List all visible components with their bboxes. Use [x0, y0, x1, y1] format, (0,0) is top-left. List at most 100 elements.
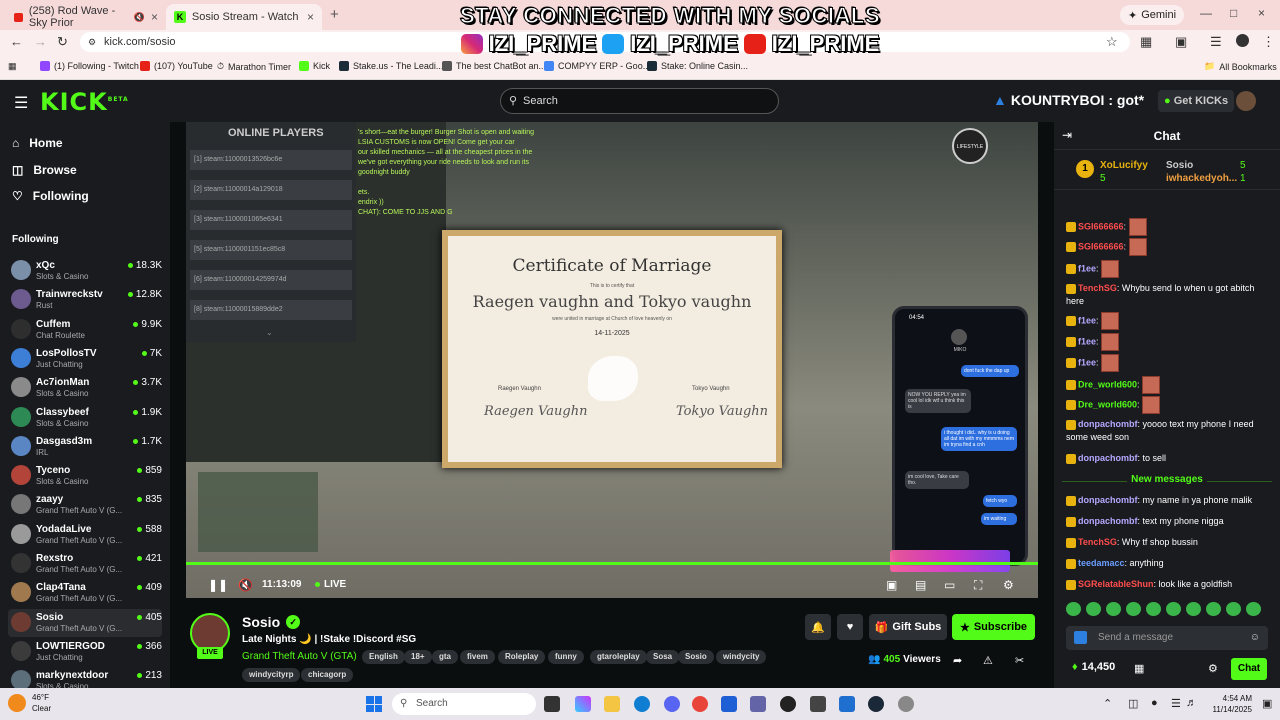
kicks-balance[interactable]: ♦ 14,450: [1072, 661, 1115, 673]
taskbar-search[interactable]: ⚲ Search: [392, 693, 536, 715]
kick-logo[interactable]: KICKBETA: [40, 88, 129, 116]
stream-tag[interactable]: Roleplay: [498, 650, 546, 664]
search-input[interactable]: ⚲ Search: [500, 88, 779, 114]
chat-username[interactable]: f1ee: [1078, 357, 1096, 367]
emote-icon[interactable]: [1206, 602, 1221, 616]
stream-tag[interactable]: windycityrp: [242, 668, 301, 682]
weather-widget[interactable]: 46°F Clear: [8, 692, 51, 714]
chat-username[interactable]: donpachombf: [1078, 495, 1138, 505]
stream-tag[interactable]: chicagorp: [301, 668, 354, 682]
notification-icon[interactable]: ▣: [1262, 697, 1272, 710]
bookmark-star-icon[interactable]: ☆: [1106, 34, 1118, 50]
chrome-icon[interactable]: [692, 696, 708, 712]
system-clock[interactable]: 4:54 AM 11/14/2025: [1200, 693, 1252, 715]
emote-icon[interactable]: [1226, 602, 1241, 616]
wifi-icon[interactable]: ☰: [1171, 697, 1181, 710]
chat-username[interactable]: donpachombf: [1078, 453, 1138, 463]
emoji-icon[interactable]: ☺: [1250, 626, 1260, 650]
chat-username[interactable]: Dre_world600: [1078, 399, 1137, 409]
bookmark-item[interactable]: The best ChatBot an...: [442, 61, 546, 71]
emote-icon[interactable]: [1106, 602, 1121, 616]
bookmark-item[interactable]: Stake: Online Casin...: [647, 61, 748, 71]
site-info-icon[interactable]: ⚙: [88, 32, 96, 52]
report-icon[interactable]: ⚠: [983, 654, 993, 667]
video-progress-bar[interactable]: [186, 562, 1038, 565]
followed-channel[interactable]: zaayy Grand Theft Auto V (G... 835: [8, 491, 162, 519]
chat-username[interactable]: TenchSG: [1078, 283, 1117, 293]
subscribe-button[interactable]: ★ Subscribe: [952, 614, 1035, 640]
extensions-icon[interactable]: ▦: [1140, 34, 1152, 50]
stream-tag[interactable]: Sosio: [678, 650, 714, 664]
network-icon[interactable]: ◫: [1128, 697, 1138, 710]
emote-icon[interactable]: [1246, 602, 1261, 616]
chat-username[interactable]: SGI666666: [1078, 221, 1124, 231]
teams-icon[interactable]: [750, 696, 766, 712]
bookmark-item[interactable]: Stake.us - The Leadi...: [339, 61, 443, 71]
chat-username[interactable]: f1ee: [1078, 263, 1096, 273]
menu-icon[interactable]: ☰: [14, 93, 28, 113]
leader-name[interactable]: XoLucifyy: [1100, 160, 1148, 171]
photos-icon[interactable]: [839, 696, 855, 712]
notification-bell-button[interactable]: 🔔: [805, 614, 831, 640]
maximize-button[interactable]: □: [1230, 6, 1237, 20]
store-icon[interactable]: [721, 696, 737, 712]
emote-icon[interactable]: [1166, 602, 1181, 616]
copilot-icon[interactable]: [575, 696, 591, 712]
stream-category[interactable]: Grand Theft Auto V (GTA): [242, 651, 357, 662]
followed-channel[interactable]: Cuffem Chat Roulette 9.9K: [8, 316, 162, 344]
pause-icon[interactable]: ❚❚: [208, 578, 228, 592]
steam-icon[interactable]: [868, 696, 884, 712]
terminal-icon[interactable]: [810, 696, 826, 712]
emote-icon[interactable]: [1126, 602, 1141, 616]
bookmark-item[interactable]: Kick: [299, 61, 330, 71]
store-icon[interactable]: ▦: [1134, 662, 1144, 675]
followed-channel[interactable]: Clap4Tana Grand Theft Auto V (G... 409: [8, 579, 162, 607]
emote-icon[interactable]: [1066, 602, 1081, 616]
chat-username[interactable]: TenchSG: [1078, 537, 1117, 547]
clip-icon[interactable]: ✂: [1015, 654, 1024, 667]
video-player[interactable]: ONLINE PLAYERS [1] steam:11000013526bc6e…: [186, 122, 1038, 598]
chat-username[interactable]: donpachombf: [1078, 516, 1138, 526]
mute-icon[interactable]: 🔇: [238, 578, 253, 592]
discord-icon[interactable]: [664, 696, 680, 712]
gift-subs-button[interactable]: 🎁 Gift Subs: [869, 614, 947, 640]
followed-channel[interactable]: Trainwreckstv Rust 12.8K: [8, 286, 162, 314]
followed-channel[interactable]: Rexstro Grand Theft Auto V (G... 421: [8, 550, 162, 578]
fullscreen-icon[interactable]: ⛶: [974, 578, 982, 593]
file-explorer-icon[interactable]: [604, 696, 620, 712]
followed-channel[interactable]: Tyceno Slots & Casino 859: [8, 462, 162, 490]
stream-tag[interactable]: funny: [548, 650, 584, 664]
get-kicks-button[interactable]: ● Get KICKs: [1158, 90, 1235, 112]
back-icon[interactable]: ←: [10, 34, 23, 49]
minimize-button[interactable]: —: [1200, 6, 1212, 20]
followed-channel[interactable]: LOWTIERGOD Just Chatting 366: [8, 638, 162, 666]
bookmark-item[interactable]: (107) YouTube: [140, 61, 213, 71]
streamer-name[interactable]: Sosio ✓: [242, 614, 301, 630]
microphone-icon[interactable]: ●: [1151, 697, 1158, 709]
apps-icon[interactable]: ▦: [8, 61, 17, 72]
media-icon[interactable]: ☰: [1210, 34, 1222, 50]
chat-username[interactable]: f1ee: [1078, 336, 1096, 346]
close-tab-icon[interactable]: ×: [307, 10, 314, 24]
new-tab-button[interactable]: +: [330, 6, 339, 23]
chat-username[interactable]: SGI666666: [1078, 241, 1124, 251]
send-chat-button[interactable]: Chat: [1231, 658, 1267, 680]
stream-tag[interactable]: gtaroleplay: [590, 650, 647, 664]
windows-start-icon[interactable]: [366, 696, 382, 712]
chevron-down-icon[interactable]: ⌄: [266, 328, 273, 337]
followed-channel[interactable]: Classybeef Slots & Casino 1.9K: [8, 404, 162, 432]
chat-username[interactable]: donpachombf: [1078, 419, 1138, 429]
stream-tag[interactable]: 18+: [404, 650, 432, 664]
user-avatar[interactable]: [1236, 91, 1256, 111]
menu-icon[interactable]: ⋮: [1262, 34, 1275, 50]
leader-name[interactable]: Sosio: [1166, 160, 1193, 171]
emote-icon[interactable]: [1186, 602, 1201, 616]
mute-icon[interactable]: 🔇: [134, 12, 145, 23]
chevron-up-icon[interactable]: ⌃: [1103, 697, 1112, 710]
chat-username[interactable]: f1ee: [1078, 315, 1096, 325]
stream-tag[interactable]: English: [362, 650, 405, 664]
followed-channel[interactable]: xQc Slots & Casino 18.3K: [8, 257, 162, 285]
cast-icon[interactable]: ▣: [1175, 34, 1187, 50]
chat-username[interactable]: teedamacc: [1078, 558, 1125, 568]
volume-icon[interactable]: ♬: [1186, 697, 1197, 709]
